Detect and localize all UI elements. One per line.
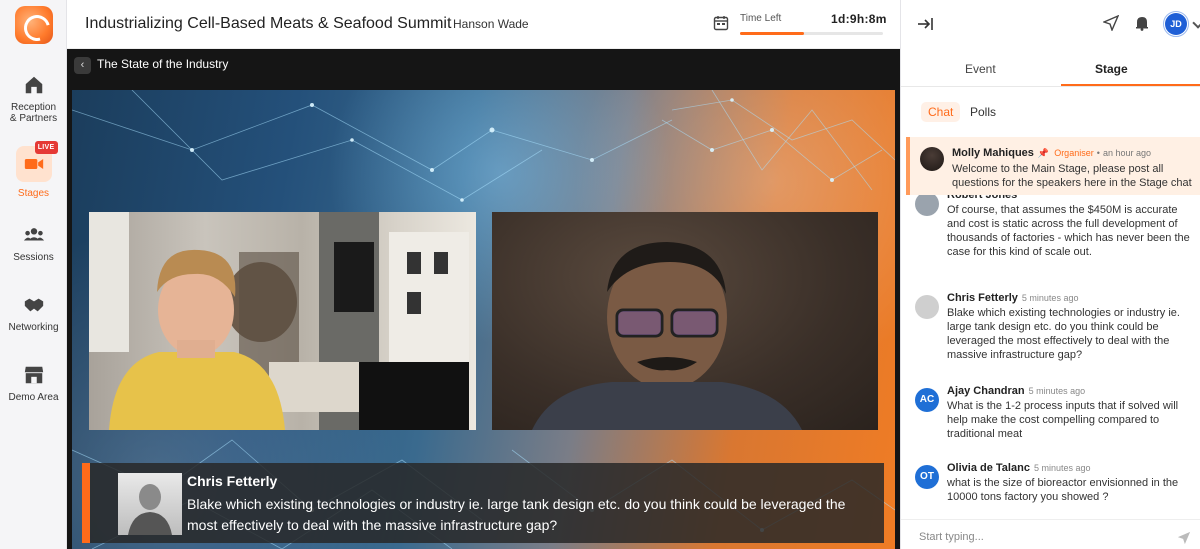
pinned-author-name: Molly Mahiques (952, 147, 1034, 159)
chat-composer (901, 519, 1200, 549)
pinned-text: Welcome to the Main Stage, please post a… (952, 163, 1192, 189)
nav-item-sessions[interactable]: Sessions (0, 224, 67, 263)
tab-stage[interactable]: Stage (1095, 62, 1128, 76)
group-icon (23, 228, 44, 241)
time-left-progress (740, 32, 883, 35)
caption-author-name: Chris Fetterly (187, 473, 278, 489)
home-icon (25, 76, 42, 94)
question-caption: Chris Fetterly Blake which existing tech… (82, 463, 884, 543)
speaker-video-right[interactable] (492, 212, 878, 430)
chat-input[interactable] (919, 527, 1159, 547)
nav-item-label: Stages (17, 188, 50, 199)
pin-icon: 📌 (1037, 148, 1050, 158)
chat-text: Of course, that assumes the $450M is acc… (947, 204, 1190, 258)
speaker-video-left-graphic (89, 212, 469, 430)
session-title-bar: ‹ The State of the Industry (67, 49, 900, 79)
chat-author: Ajay Chandran 5 minutes ago (947, 385, 1085, 397)
pinned-time: an hour ago (1102, 148, 1152, 158)
avatar: OT (915, 465, 939, 489)
event-logo[interactable] (15, 6, 53, 44)
panel-tabs: Event Stage (901, 49, 1200, 87)
subtab-chat[interactable]: Chat (921, 102, 961, 122)
event-title: Industrializing Cell-Based Meats & Seafo… (85, 15, 452, 32)
chat-author-name: Chris Fetterly (947, 292, 1018, 304)
pinned-author: Molly Mahiques 📌 Organiser • an hour ago (952, 147, 1151, 159)
speaker-video-left[interactable] (89, 212, 476, 430)
back-button[interactable]: ‹ (74, 57, 91, 74)
chat-time: 5 minutes ago (1033, 463, 1091, 473)
caption-avatar-image (128, 484, 172, 535)
calendar-icon[interactable] (713, 15, 729, 31)
organiser-badge: Organiser (1054, 148, 1094, 158)
stage-subtabs: Chat Polls (901, 87, 1200, 137)
pinned-separator: • (1096, 148, 1100, 158)
send-message-icon[interactable] (1177, 531, 1191, 545)
caption-question-text: Blake which existing technologies or ind… (187, 496, 846, 533)
chat-text: Blake which existing technologies or ind… (947, 307, 1180, 361)
stage-video-area: Chris Fetterly Blake which existing tech… (72, 90, 895, 549)
chat-author-name: Olivia de Talanc (947, 462, 1030, 474)
caption-avatar (118, 473, 182, 535)
stage-area: ‹ The State of the Industry Chris Fetter… (67, 49, 900, 549)
chevron-down-icon[interactable] (1192, 17, 1200, 29)
time-left-progress-fill (740, 32, 805, 35)
video-camera-icon (24, 159, 43, 169)
pinned-message: Molly Mahiques 📌 Organiser • an hour ago … (906, 137, 1200, 195)
collapse-panel-icon[interactable] (916, 15, 934, 33)
top-header: Industrializing Cell-Based Meats & Seafo… (67, 0, 900, 49)
chat-author: Olivia de Talanc 5 minutes ago (947, 462, 1091, 474)
panel-top-bar: JD (901, 0, 1200, 49)
nav-item-networking[interactable]: Networking (0, 294, 67, 333)
bell-icon[interactable] (1134, 15, 1150, 31)
user-avatar[interactable]: JD (1163, 11, 1189, 37)
nav-item-label: Reception & Partners (9, 102, 58, 124)
send-icon[interactable] (1103, 15, 1119, 31)
handshake-icon (24, 298, 43, 312)
chat-time: 5 minutes ago (1028, 386, 1086, 396)
storefront-icon (24, 366, 43, 384)
right-panel: JD Event Stage Chat Polls Molly Mahiques… (900, 0, 1200, 549)
chat-text: What is the 1-2 process inputs that if s… (947, 400, 1179, 440)
time-left-value: 1d:9h:8m (831, 12, 887, 26)
chat-author-name: Ajay Chandran (947, 385, 1025, 397)
time-left-label: Time Left (740, 13, 782, 24)
chat-text: what is the size of bioreactor envisionn… (947, 477, 1179, 503)
tab-event[interactable]: Event (965, 62, 996, 76)
nav-item-reception[interactable]: Reception & Partners (0, 74, 67, 124)
chat-author: Chris Fetterly 5 minutes ago (947, 292, 1078, 304)
active-tab-indicator (1061, 84, 1200, 86)
nav-item-demo-area[interactable]: Demo Area (0, 364, 67, 403)
subtab-polls[interactable]: Polls (970, 105, 996, 119)
left-navigation: Reception & Partners LIVE Stages Session… (0, 0, 67, 549)
avatar (915, 192, 939, 216)
nav-item-label: Networking (8, 322, 59, 333)
live-badge: LIVE (34, 141, 58, 154)
chat-time: 5 minutes ago (1021, 293, 1079, 303)
nav-item-stages[interactable]: LIVE Stages (0, 141, 67, 199)
speaker-video-right-graphic (532, 242, 802, 430)
avatar (920, 147, 944, 171)
avatar: AC (915, 388, 939, 412)
session-title: The State of the Industry (97, 57, 229, 71)
organizer-name[interactable]: Hanson Wade (453, 17, 529, 31)
nav-item-label: Demo Area (8, 392, 59, 403)
nav-item-label: Sessions (13, 252, 54, 263)
avatar (915, 295, 939, 319)
